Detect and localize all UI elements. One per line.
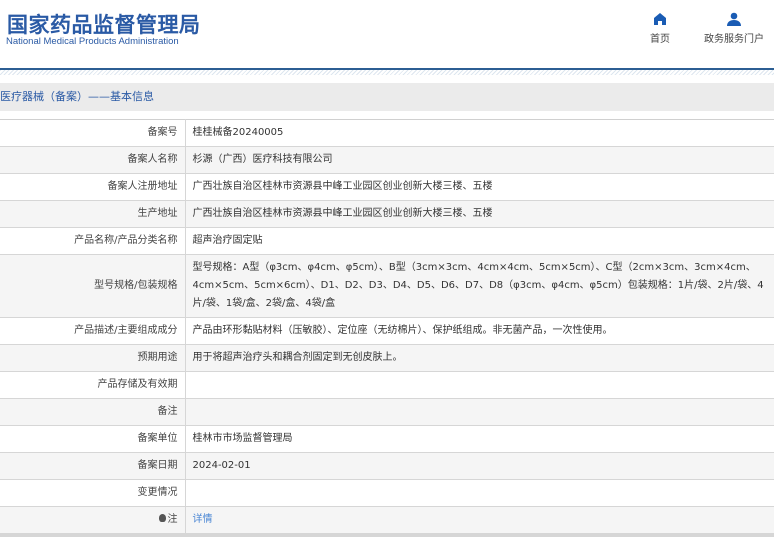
info-table: 备案号 桂桂械备20240005 备案人名称 杉源（广西）医疗科技有限公司 备案人注册地… (0, 119, 774, 537)
row-value: 产品由环形黏贴材料（压敏胶）、定位座（无纺棉片）、保护纸组成。非无菌产品，一次性… (185, 317, 774, 345)
header-hatch (0, 70, 774, 75)
table-row: 备注 (0, 398, 774, 426)
table-row: 备案号 桂桂械备20240005 (0, 119, 774, 147)
table-row: 变更情况 (0, 479, 774, 507)
row-value: 广西壮族自治区桂林市资源县中峰工业园区创业创新大楼三楼、五楼 (185, 200, 774, 228)
row-label: 备注 (0, 398, 186, 426)
table-row: 备案人名称 杉源（广西）医疗科技有限公司 (0, 146, 774, 174)
row-value (185, 398, 774, 426)
row-value (185, 479, 774, 507)
row-value: 广西壮族自治区桂林市资源县中峰工业园区创业创新大楼三楼、五楼 (185, 173, 774, 201)
row-value: 杉源（广西）医疗科技有限公司 (185, 146, 774, 174)
site-subtitle: National Medical Products Administration (6, 36, 179, 47)
site-header: 国家药品监督管理局 National Medical Products Admi… (0, 0, 774, 68)
row-label: 注 (0, 506, 186, 536)
row-label: 变更情况 (0, 479, 186, 507)
table-row: 型号规格/包装规格 型号规格：A型（φ3cm、φ4cm、φ5cm）、B型（3cm×… (0, 254, 774, 318)
row-label: 备案人名称 (0, 146, 186, 174)
user-icon (727, 12, 741, 26)
table-row: 生产地址 广西壮族自治区桂林市资源县中峰工业园区创业创新大楼三楼、五楼 (0, 200, 774, 228)
site-title[interactable]: 国家药品监督管理局 (7, 9, 201, 39)
row-value: 2024-02-01 (185, 452, 774, 480)
nav-home-label: 首页 (650, 34, 670, 45)
section-title: 医疗器械（备案）——基本信息 (0, 83, 774, 111)
row-label: 产品存储及有效期 (0, 371, 186, 399)
table-row: 产品存储及有效期 (0, 371, 774, 399)
table-row: 产品描述/主要组成成分 产品由环形黏贴材料（压敏胶）、定位座（无纺棉片）、保护纸组… (0, 317, 774, 345)
home-icon (654, 13, 666, 25)
row-label: 备案人注册地址 (0, 173, 186, 201)
row-value (185, 371, 774, 399)
row-label: 备案号 (0, 119, 186, 147)
row-value: 型号规格：A型（φ3cm、φ4cm、φ5cm）、B型（3cm×3cm、4cm×4… (185, 254, 774, 318)
row-label: 备案日期 (0, 452, 186, 480)
row-value: 桂林市市场监督管理局 (185, 425, 774, 453)
nav-home[interactable]: 首页 (650, 12, 670, 45)
row-label: 产品名称/产品分类名称 (0, 227, 186, 255)
bulb-icon (158, 514, 166, 522)
table-row-note: 注 详情 (0, 506, 774, 536)
row-label: 产品描述/主要组成成分 (0, 317, 186, 345)
row-value: 用于将超声治疗头和耦合剂固定到无创皮肤上。 (185, 344, 774, 372)
note-label: 注 (167, 514, 178, 525)
table-row: 备案单位 桂林市市场监督管理局 (0, 425, 774, 453)
table-row: 备案日期 2024-02-01 (0, 452, 774, 480)
row-value: 桂桂械备20240005 (185, 119, 774, 147)
table-row: 备案人注册地址 广西壮族自治区桂林市资源县中峰工业园区创业创新大楼三楼、五楼 (0, 173, 774, 201)
nav-service-portal[interactable]: 政务服务门户 (704, 12, 764, 45)
table-row: 预期用途 用于将超声治疗头和耦合剂固定到无创皮肤上。 (0, 344, 774, 372)
row-label: 型号规格/包装规格 (0, 254, 186, 318)
table-row: 产品名称/产品分类名称 超声治疗固定贴 (0, 227, 774, 255)
row-value: 超声治疗固定贴 (185, 227, 774, 255)
row-label: 备案单位 (0, 425, 186, 453)
row-label: 生产地址 (0, 200, 186, 228)
details-link[interactable]: 详情 (193, 514, 213, 525)
row-label: 预期用途 (0, 344, 186, 372)
nav-service-label: 政务服务门户 (704, 34, 764, 45)
